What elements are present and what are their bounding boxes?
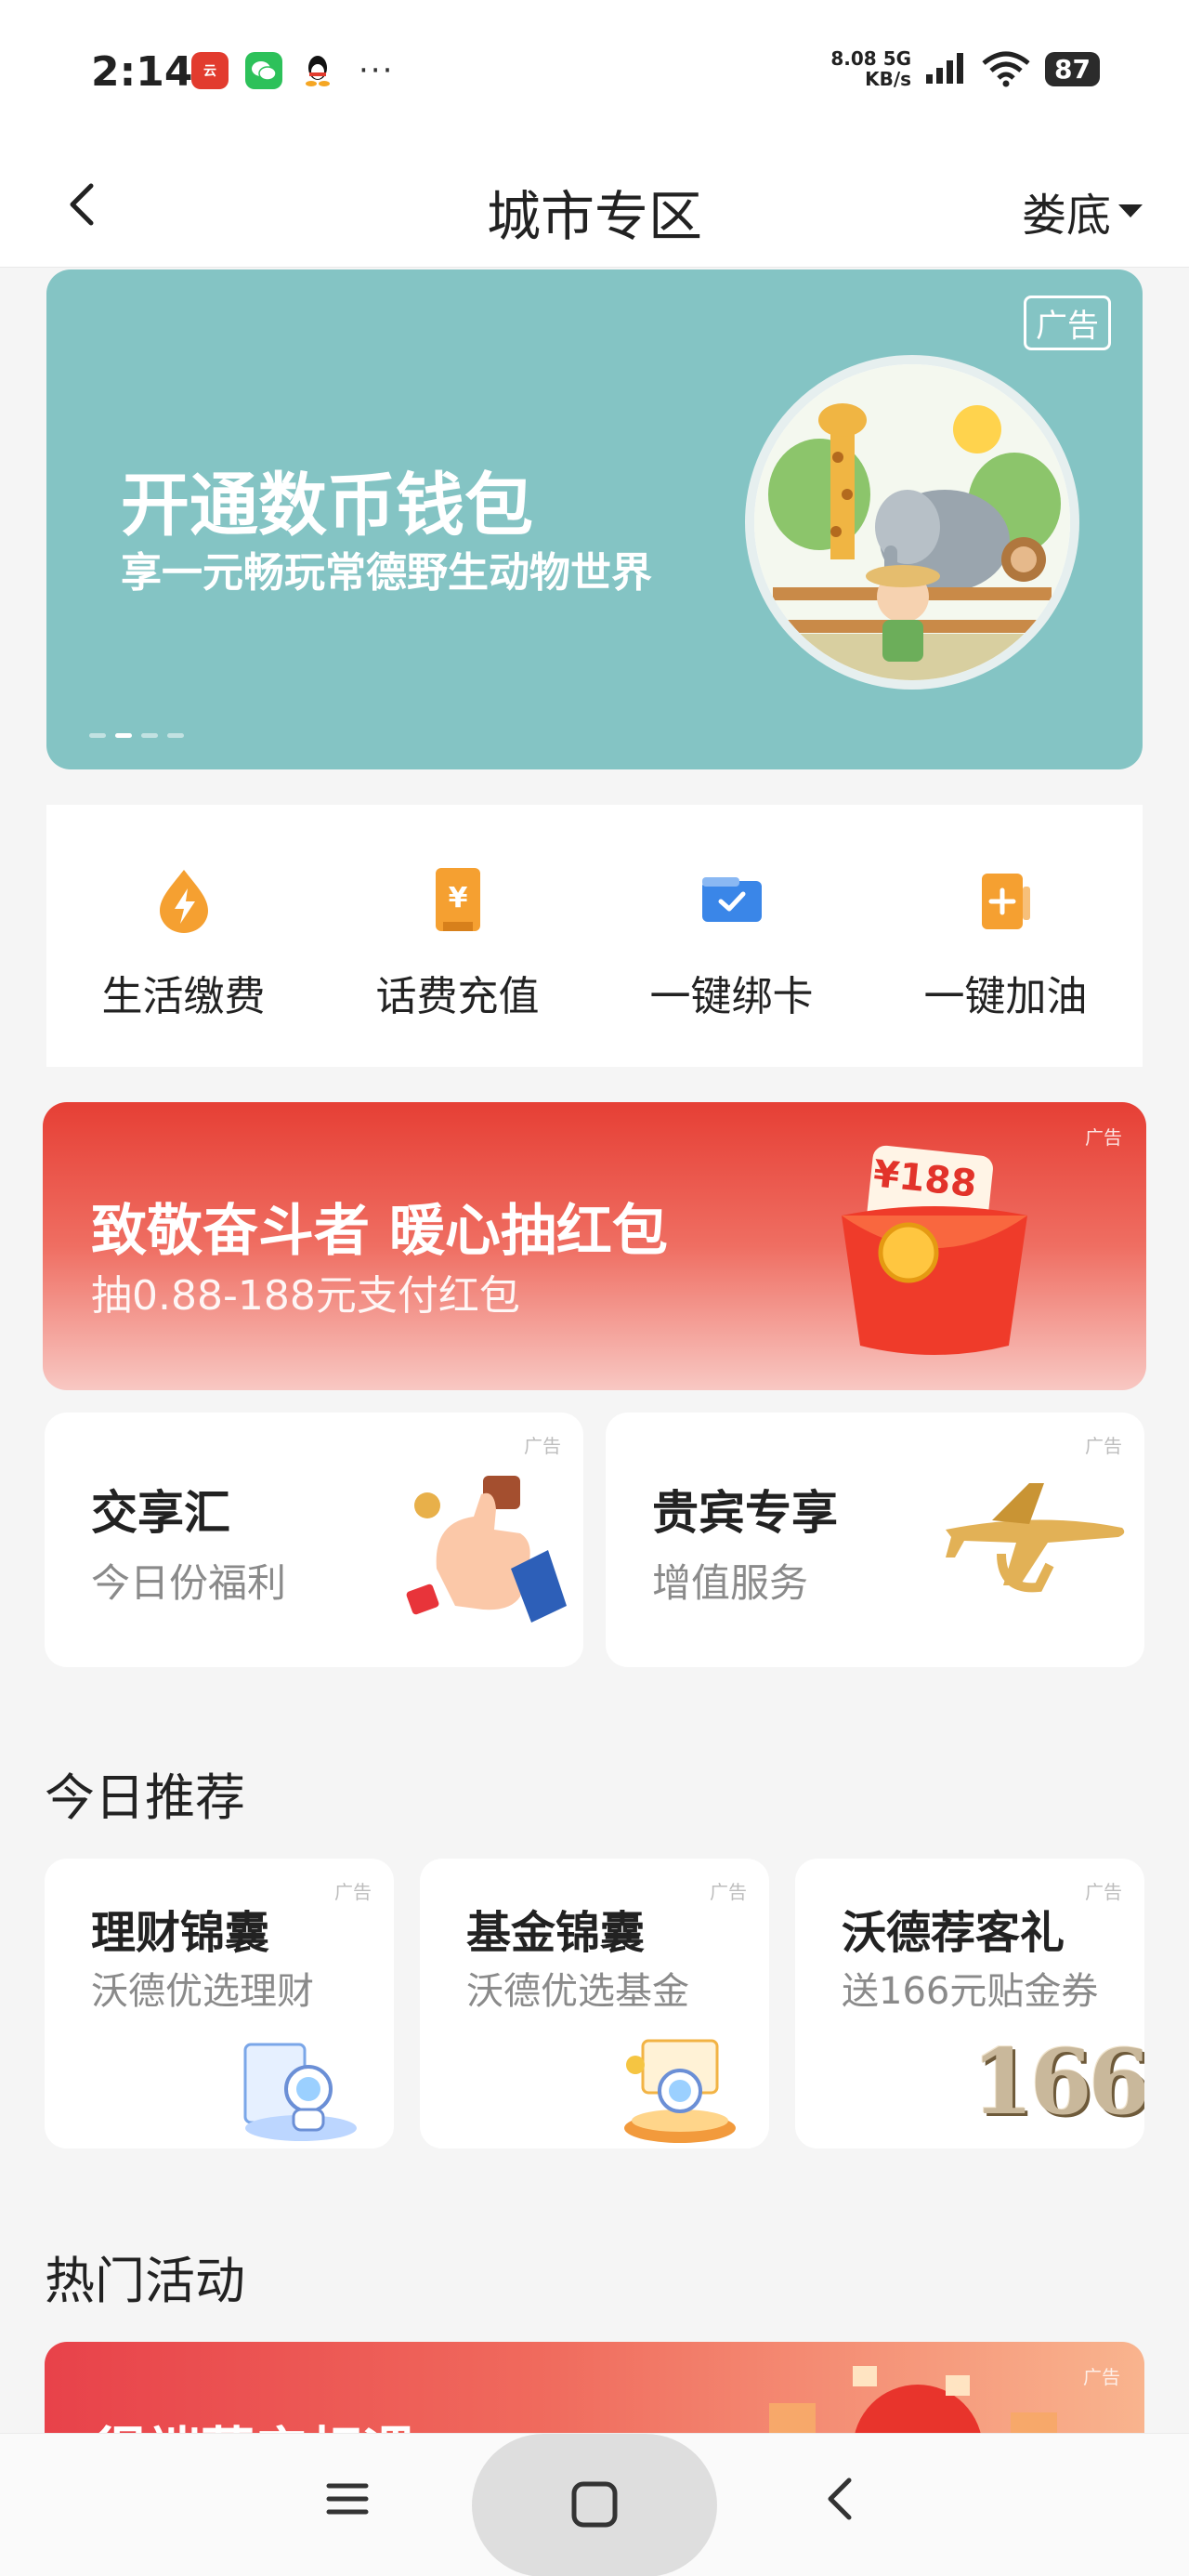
section-title-hot: 热门活动 <box>45 2252 245 2310</box>
card-check-icon <box>701 877 762 922</box>
ad-tag: 广告 <box>524 1435 561 1457</box>
card-title: 理财锦囊 <box>91 1907 270 1959</box>
qq-icon <box>299 52 336 89</box>
banner-title: 开通数币钱包 <box>121 466 533 545</box>
status-bar: 2:14 云 ··· 8.08 5G KB/s 87 <box>0 0 1189 149</box>
card-subtitle: 送166元贴金券 <box>842 1970 1099 2013</box>
ad-tag: 广告 <box>710 1881 747 1903</box>
net-speed-value: 8.08 <box>830 47 877 70</box>
card-jiaoxianghui[interactable]: 广告 交享汇 今日份福利 <box>45 1413 583 1667</box>
carousel-indicator <box>89 733 184 738</box>
card-title: 交享汇 <box>91 1486 230 1540</box>
fuel-plus-icon <box>981 874 1030 929</box>
red-packet-icon: ¥188 <box>823 1141 1046 1364</box>
card-title: 基金锦囊 <box>466 1907 646 1959</box>
banner-subtitle: 享一元畅玩常德野生动物世界 <box>121 549 652 597</box>
ad-tag: 广告 <box>1085 1435 1122 1457</box>
red-packet-promo[interactable]: 广告 致敬奋斗者 暖心抽红包 抽0.88-188元支付红包 ¥188 <box>43 1102 1146 1390</box>
astronaut-podium-icon <box>624 2039 736 2143</box>
card-title: 贵宾专享 <box>652 1486 838 1540</box>
thumbs-up-icon <box>406 1476 567 1623</box>
menu-icon <box>326 2483 369 2515</box>
net-speed-unit: KB/s <box>865 68 912 90</box>
wechat-icon <box>245 52 282 89</box>
card-subtitle: 今日份福利 <box>91 1560 287 1606</box>
caret-down-icon <box>1118 204 1143 217</box>
badge-166: 166 <box>972 2030 1144 2135</box>
city-selector[interactable]: 娄底 <box>1022 178 1143 243</box>
carousel-dot <box>167 733 184 738</box>
carousel-dot-active <box>115 733 132 738</box>
shortcut-label: 话费充值 <box>375 973 540 1020</box>
nav-bar: 城市专区 娄底 <box>0 149 1189 268</box>
svg-text:¥: ¥ <box>448 882 467 914</box>
carousel-dot <box>89 733 106 738</box>
ad-tag: 广告 <box>334 1881 372 1903</box>
airplane-icon <box>946 1483 1125 1593</box>
ad-tag: 广告 <box>1024 296 1111 350</box>
lightning-drop-icon <box>159 870 208 933</box>
ad-tag: 广告 <box>1085 1126 1122 1149</box>
yuan-receipt-icon: ¥ <box>435 868 480 931</box>
battery-indicator: 87 <box>1045 51 1100 86</box>
system-nav-bar <box>0 2433 1189 2576</box>
status-time: 2:14 <box>91 48 193 96</box>
signal-icon <box>926 53 964 84</box>
shortcut-label: 一键加油 <box>923 973 1088 1020</box>
shortcut-utility-payment[interactable]: 生活缴费 <box>46 805 320 1067</box>
menu-button[interactable] <box>320 2471 375 2527</box>
card-subtitle: 沃德优选理财 <box>91 1970 314 2013</box>
card-title: 沃德荐客礼 <box>842 1907 1065 1959</box>
card-subtitle: 增值服务 <box>652 1560 809 1606</box>
ad-tag: 广告 <box>1085 1881 1122 1903</box>
wifi-icon <box>982 51 1030 87</box>
more-notifications-icon: ··· <box>359 52 395 89</box>
system-back-button[interactable] <box>814 2471 869 2527</box>
home-button[interactable] <box>472 2434 717 2576</box>
promo-subtitle: 抽0.88-188元支付红包 <box>91 1272 520 1320</box>
carousel-dot <box>141 733 158 738</box>
card-fund-tips[interactable]: 广告 基金锦囊 沃德优选基金 <box>420 1859 769 2149</box>
shortcut-bind-card[interactable]: 一键绑卡 <box>594 805 869 1067</box>
card-referral-gift[interactable]: 广告 沃德荐客礼 送166元贴金券 166 <box>795 1859 1144 2149</box>
section-title-today: 今日推荐 <box>45 1768 245 1827</box>
card-vip-exclusive[interactable]: 广告 贵宾专享 增值服务 <box>606 1413 1144 1667</box>
shortcut-phone-topup[interactable]: ¥ 话费充值 <box>320 805 594 1067</box>
card-wealth-tips[interactable]: 广告 理财锦囊 沃德优选理财 <box>45 1859 394 2149</box>
back-arrow-icon <box>828 2477 852 2520</box>
promo-title: 致敬奋斗者 暖心抽红包 <box>91 1199 668 1264</box>
card-subtitle: 沃德优选基金 <box>466 1970 689 2013</box>
payment-app-icon: 云 <box>191 52 229 89</box>
city-selector-label: 娄底 <box>1021 190 1111 242</box>
shortcut-label: 一键绑卡 <box>649 973 814 1020</box>
square-icon <box>571 2481 618 2528</box>
system-indicators: 8.08 5G KB/s 87 <box>830 48 1100 89</box>
page-title: 城市专区 <box>486 185 702 248</box>
zoo-illustration <box>745 355 1079 690</box>
net-speed: 8.08 5G KB/s <box>830 48 911 89</box>
hero-banner[interactable]: 广告 开通数币钱包 享一元畅玩常德野生动物世界 <box>46 269 1143 769</box>
network-type: 5G <box>882 47 912 70</box>
astronaut-chart-icon <box>243 2043 357 2141</box>
notification-icons: 云 ··· <box>191 52 394 89</box>
shortcut-label: 生活缴费 <box>101 973 266 1020</box>
shortcut-refuel[interactable]: 一键加油 <box>869 805 1143 1067</box>
quick-actions: 生活缴费 ¥ 话费充值 一键绑卡 一键加油 <box>46 805 1143 1067</box>
